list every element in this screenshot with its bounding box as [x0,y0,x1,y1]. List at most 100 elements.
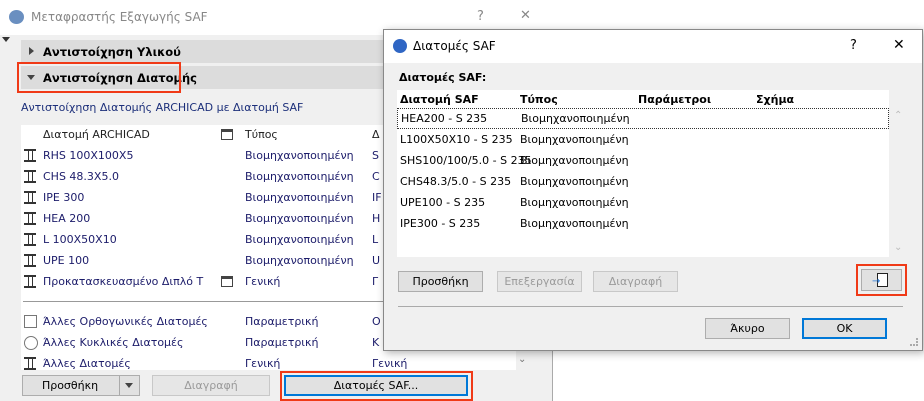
saf-profile-name: SHS100/100/5.0 - S 235 [400,154,532,167]
dropdown-arrow-icon[interactable] [119,376,139,395]
saf-profile-type: Βιομηχανοποιημένη [520,133,629,146]
saf-profiles-dialog: Διατομές SAF ? ✕ Διατομές SAF: Διατομή S… [383,29,923,351]
column-header-parameters[interactable]: Παράμετροι [638,93,711,106]
table-row[interactable]: UPE100 - S 235 Βιομηχανοποιημένη [397,192,889,213]
table-row[interactable]: CHS48.3/5.0 - S 235 Βιομηχανοποιημένη [397,171,889,192]
column-header-type[interactable]: Τύπος [520,93,558,106]
scroll-down-icon[interactable]: ⌄ [518,354,526,365]
column-header-saf-profile[interactable]: Διατομή SAF [400,93,479,106]
profile-type: Βιομηχανοποιημένη [245,170,354,183]
close-button[interactable]: ✕ [893,37,905,53]
profile-name: CHS 48.3X5.0 [43,170,119,183]
list-label: Διατομές SAF: [399,71,487,84]
flag-column-icon [221,129,233,140]
flag-icon [221,276,233,287]
i-beam-icon [24,170,36,183]
profile-type: Γενική [245,275,281,288]
column-header-saf-profile[interactable]: Δ [372,128,380,141]
saf-profile: H [372,212,381,225]
delete-button[interactable]: Διαγραφή [593,271,678,292]
saf-profile: O [372,315,381,328]
profile-type: Παραμετρική [245,336,319,349]
section-label: Αντιστοίχηση Υλικού [43,45,181,59]
profile-name: IPE 300 [43,191,85,204]
close-button[interactable]: ✕ [520,8,531,23]
i-beam-icon [24,254,36,267]
saf-profile-type: Βιομηχανοποιημένη [520,196,629,209]
app-icon [9,10,24,24]
dialog-title-bar: Διατομές SAF ? ✕ [384,30,922,63]
saf-profile: C [372,170,380,183]
collapse-arrow-icon[interactable] [2,37,10,46]
cancel-button[interactable]: Άκυρο [705,318,790,339]
help-button[interactable]: ? [477,9,484,24]
profile-type: Βιομηχανοποιημένη [245,149,354,162]
i-beam-icon [24,212,36,225]
profile-name: HEA 200 [43,212,91,225]
circle-icon [24,336,38,350]
column-header-archicad-profile[interactable]: Διατομή ARCHICAD [43,128,150,141]
profile-type: Βιομηχανοποιημένη [245,191,354,204]
app-icon [393,39,407,53]
saf-profile: Γενική [372,357,408,370]
help-button[interactable]: ? [850,38,857,53]
table-row[interactable]: HEA200 - S 235 Βιομηχανοποιημένη [397,108,889,129]
highlight-box [856,264,907,296]
column-header-type[interactable]: Τύπος [245,128,278,141]
delete-button[interactable]: Διαγραφή [152,375,270,396]
profile-mapping-subtitle: Αντιστοίχηση Διατομής ARCHICAD με Διατομ… [21,101,304,114]
profile-name: RHS 100X100X5 [43,149,134,162]
table-row[interactable]: Άλλες Διατομές Γενική Γενική [21,353,516,370]
edit-button[interactable]: Επεξεργασία [497,271,582,292]
highlight-box [280,371,473,401]
i-beam-icon [24,357,36,370]
profile-name: Άλλες Διατομές [43,357,131,370]
scroll-down-icon[interactable]: ⌄ [894,242,902,253]
saf-profile: U [372,254,381,267]
add-button[interactable]: Προσθήκη [398,271,483,292]
i-beam-icon [24,191,36,204]
add-button[interactable]: Προσθήκη [22,375,140,396]
i-beam-icon [24,233,36,246]
profile-name: Άλλες Ορθογωνικές Διατομές [43,315,208,328]
dialog-title: Διατομές SAF [413,39,496,53]
window-title: Μεταφραστής Εξαγωγής SAF [31,10,208,24]
table-row[interactable]: IPE300 - S 235 Βιομηχανοποιημένη [397,213,889,234]
profile-type: Βιομηχανοποιημένη [245,254,354,267]
list-header: Διατομή SAF Τύπος Παράμετροι Σχήμα [397,90,889,110]
saf-profile-type: Βιομηχανοποιημένη [520,217,629,230]
rectangle-icon [24,315,37,328]
resize-grip-icon[interactable] [910,338,918,346]
highlight-box [17,62,181,93]
expand-arrow-icon [29,47,38,55]
table-row[interactable]: SHS100/100/5.0 - S 235 Βιομηχανοποιημένη [397,150,889,171]
profile-name: UPE 100 [43,254,90,267]
profile-type: Βιομηχανοποιημένη [245,212,354,225]
saf-profile: K [372,336,380,349]
ok-button[interactable]: OK [802,318,887,339]
divider [398,306,903,307]
profile-name: Προκατασκευασμένο Διπλό Τ [43,275,204,288]
profile-type: Βιομηχανοποιημένη [245,233,354,246]
saf-profile-name: CHS48.3/5.0 - S 235 [400,175,512,188]
saf-profile-type: Βιομηχανοποιημένη [520,175,629,188]
i-beam-icon [24,149,36,162]
saf-profile-type: Βιομηχανοποιημένη [520,154,629,167]
add-label: Προσθήκη [41,379,99,392]
table-row[interactable]: L100X50X10 - S 235 Βιομηχανοποιημένη [397,129,889,150]
saf-profile: IF [372,191,382,204]
saf-profile-type: Βιομηχανοποιημένη [521,112,630,125]
profile-type: Παραμετρική [245,315,319,328]
profile-type: Γενική [245,357,281,370]
saf-profile-name: IPE300 - S 235 [400,217,481,230]
saf-profile-name: HEA200 - S 235 [401,112,488,125]
saf-profiles-list[interactable]: Διατομή SAF Τύπος Παράμετροι Σχήμα HEA20… [397,90,889,257]
saf-profile-name: UPE100 - S 235 [400,196,486,209]
column-header-shape[interactable]: Σχήμα [756,93,794,106]
saf-profile-name: L100X50X10 - S 235 [400,133,513,146]
saf-profile: Γ [372,275,379,288]
profile-name: Άλλες Κυκλικές Διατομές [43,336,184,349]
scroll-up-icon[interactable]: ⌃ [894,110,902,121]
profile-name: L 100X50X10 [43,233,117,246]
saf-profile: S [372,149,379,162]
